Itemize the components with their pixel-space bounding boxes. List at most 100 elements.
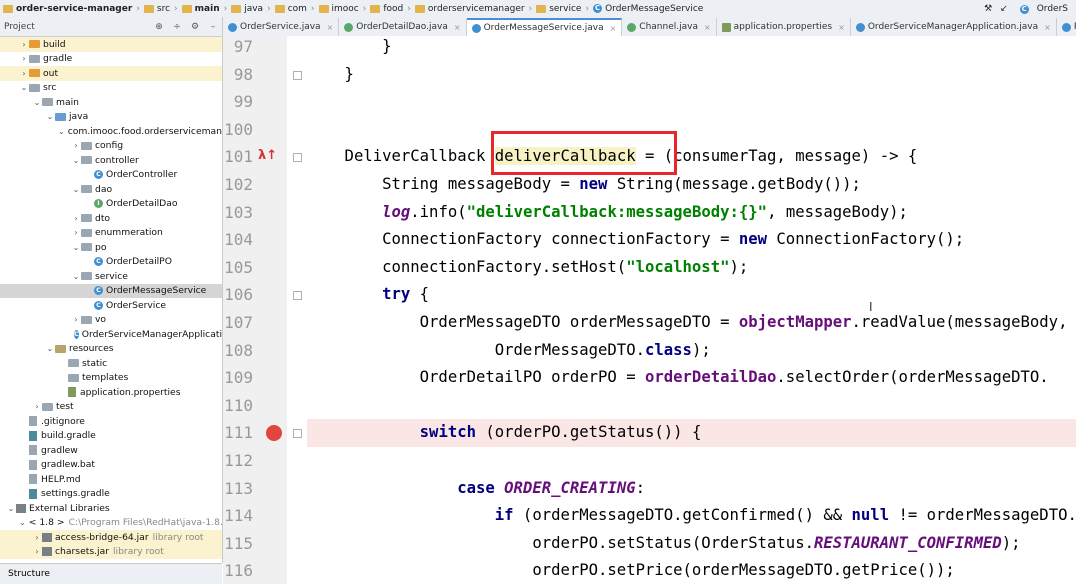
close-icon[interactable]: × xyxy=(454,23,461,32)
tree-row[interactable]: ⌄ com.imooc.food.orderservicemana xyxy=(0,124,222,139)
expand-arrow-icon[interactable]: ⌄ xyxy=(71,243,81,252)
expand-arrow-icon[interactable]: › xyxy=(19,40,29,49)
tree-row[interactable]: build.gradle xyxy=(0,429,222,444)
breadcrumb-item[interactable]: src xyxy=(141,4,173,14)
code-line[interactable]: } xyxy=(307,61,1076,89)
tree-row[interactable]: C OrderDetailPO xyxy=(0,255,222,270)
editor-tab[interactable]: Channel.java × xyxy=(622,18,717,36)
tree-row[interactable]: ⌄ service xyxy=(0,269,222,284)
fold-marker-icon[interactable] xyxy=(293,153,302,163)
tree-row[interactable]: › charsets.jar library root xyxy=(0,544,222,559)
tree-row[interactable]: ⌄ dao xyxy=(0,182,222,197)
expand-arrow-icon[interactable]: › xyxy=(71,141,81,150)
hammer-icon[interactable]: ⚒ xyxy=(984,4,992,14)
tree-row[interactable]: HELP.md xyxy=(0,472,222,487)
fold-marker-icon[interactable] xyxy=(293,70,302,80)
tree-row[interactable]: I OrderDetailDao xyxy=(0,197,222,212)
breadcrumb-item[interactable]: imooc xyxy=(316,4,362,14)
tree-row[interactable]: ⌄ controller xyxy=(0,153,222,168)
fold-marker-icon[interactable] xyxy=(293,429,302,439)
close-icon[interactable]: × xyxy=(327,23,334,32)
lambda-icon[interactable]: λ↑ xyxy=(258,148,277,163)
editor-tab[interactable]: OrderDetailDao.java × xyxy=(339,18,467,36)
tree-row[interactable]: C OrderServiceManagerApplicati xyxy=(0,327,222,342)
code-line[interactable]: ConnectionFactory connectionFactory = ne… xyxy=(307,226,1076,254)
expand-arrow-icon[interactable]: ⌄ xyxy=(19,83,29,92)
code-area[interactable]: 97 } 98 } 99 100 101 DeliverCallback deliver… xyxy=(223,36,1076,584)
code-line[interactable]: switch (orderPO.getStatus()) { xyxy=(307,419,1076,447)
expand-arrow-icon[interactable]: ⌄ xyxy=(45,344,55,353)
back-arrow-icon[interactable]: ↙ xyxy=(1000,4,1008,14)
run-config-selector[interactable]: C OrderS xyxy=(1016,4,1072,14)
tree-row[interactable]: ⌄ < 1.8 > C:\Program Files\RedHat\java-1.8… xyxy=(0,516,222,531)
tree-row[interactable]: C OrderController xyxy=(0,168,222,183)
breadcrumb-item[interactable]: order-service-manager xyxy=(0,4,135,14)
breadcrumb-item[interactable]: C OrderMessageService xyxy=(590,4,706,14)
editor-tab[interactable]: application.properties × xyxy=(717,18,851,36)
code-line[interactable]: orderPO.setPrice(orderMessageDTO.getPric… xyxy=(307,557,1076,584)
hide-icon[interactable]: – xyxy=(204,22,222,32)
breadcrumb-item[interactable]: service xyxy=(533,4,584,14)
code-editor[interactable]: 97 } 98 } 99 100 101 DeliverCallback deliver… xyxy=(223,36,1076,584)
expand-arrow-icon[interactable]: ⌄ xyxy=(71,272,81,281)
code-line[interactable]: } xyxy=(307,36,1076,61)
expand-arrow-icon[interactable]: ⌄ xyxy=(45,112,55,121)
breadcrumb-item[interactable]: main xyxy=(179,4,223,14)
tree-row[interactable]: ⌄ src xyxy=(0,81,222,96)
tree-row[interactable]: .gitignore xyxy=(0,414,222,429)
tree-row[interactable]: › dto xyxy=(0,211,222,226)
breakpoint-icon[interactable] xyxy=(266,425,282,442)
tree-row[interactable]: ⌄ po xyxy=(0,240,222,255)
sync-icon[interactable]: ⊕ xyxy=(150,22,168,32)
code-line[interactable]: DeliverCallback deliverCallback = (consu… xyxy=(307,143,1076,171)
code-line[interactable]: case ORDER_CREATING: xyxy=(307,475,1076,503)
tree-row[interactable]: static xyxy=(0,356,222,371)
tree-row[interactable]: › test xyxy=(0,400,222,415)
collapse-icon[interactable]: ÷ xyxy=(168,22,186,32)
expand-arrow-icon[interactable]: ⌄ xyxy=(32,98,42,107)
code-line[interactable] xyxy=(307,116,1076,144)
close-icon[interactable]: × xyxy=(838,23,845,32)
expand-arrow-icon[interactable]: › xyxy=(19,69,29,78)
gear-icon[interactable]: ⚙ xyxy=(186,22,204,32)
code-line[interactable] xyxy=(307,447,1076,475)
code-line[interactable]: if (orderMessageDTO.getConfirmed() && nu… xyxy=(307,502,1076,530)
editor-tab[interactable]: OrderMessageService.java × xyxy=(466,18,623,36)
expand-arrow-icon[interactable]: ⌄ xyxy=(6,504,16,513)
code-line[interactable] xyxy=(307,88,1076,116)
tree-row[interactable]: templates xyxy=(0,371,222,386)
close-icon[interactable]: × xyxy=(1044,23,1051,32)
tree-row[interactable]: settings.gradle xyxy=(0,487,222,502)
expand-arrow-icon[interactable]: ⌄ xyxy=(19,518,26,527)
code-line[interactable]: log.info("deliverCallback:messageBody:{}… xyxy=(307,199,1076,227)
code-line[interactable]: String messageBody = new String(message.… xyxy=(307,171,1076,199)
close-icon[interactable]: × xyxy=(610,24,617,33)
breadcrumb-item[interactable]: java xyxy=(228,4,266,14)
code-line[interactable]: OrderMessageDTO orderMessageDTO = object… xyxy=(307,309,1076,337)
code-line[interactable]: connectionFactory.setHost("localhost"); xyxy=(307,254,1076,282)
expand-arrow-icon[interactable]: › xyxy=(71,315,81,324)
tree-row[interactable]: gradlew xyxy=(0,443,222,458)
tree-row[interactable]: ⌄ resources xyxy=(0,342,222,357)
code-line[interactable]: orderPO.setStatus(OrderStatus.RESTAURANT… xyxy=(307,530,1076,558)
breadcrumb-item[interactable]: food xyxy=(367,4,406,14)
expand-arrow-icon[interactable]: › xyxy=(71,228,81,237)
tree-row[interactable]: › config xyxy=(0,139,222,154)
expand-arrow-icon[interactable]: ⌄ xyxy=(71,156,81,165)
expand-arrow-icon[interactable]: › xyxy=(32,533,42,542)
tree-row[interactable]: › gradle xyxy=(0,52,222,67)
tree-row[interactable]: ⌄ External Libraries xyxy=(0,501,222,516)
tree-row[interactable]: › access-bridge-64.jar library root xyxy=(0,530,222,545)
close-icon[interactable]: × xyxy=(704,23,711,32)
tree-row[interactable]: › vo xyxy=(0,313,222,328)
expand-arrow-icon[interactable]: ⌄ xyxy=(58,127,65,136)
expand-arrow-icon[interactable]: › xyxy=(19,54,29,63)
expand-arrow-icon[interactable]: ⌄ xyxy=(71,185,81,194)
tree-row[interactable]: ⌄ java xyxy=(0,110,222,125)
breadcrumb-item[interactable]: orderservicemanager xyxy=(412,4,528,14)
expand-arrow-icon[interactable]: › xyxy=(71,214,81,223)
tree-row[interactable]: › out xyxy=(0,66,222,81)
tree-row[interactable]: application.properties xyxy=(0,385,222,400)
code-line[interactable]: OrderDetailPO orderPO = orderDetailDao.s… xyxy=(307,364,1076,392)
tree-row[interactable]: C OrderService xyxy=(0,298,222,313)
